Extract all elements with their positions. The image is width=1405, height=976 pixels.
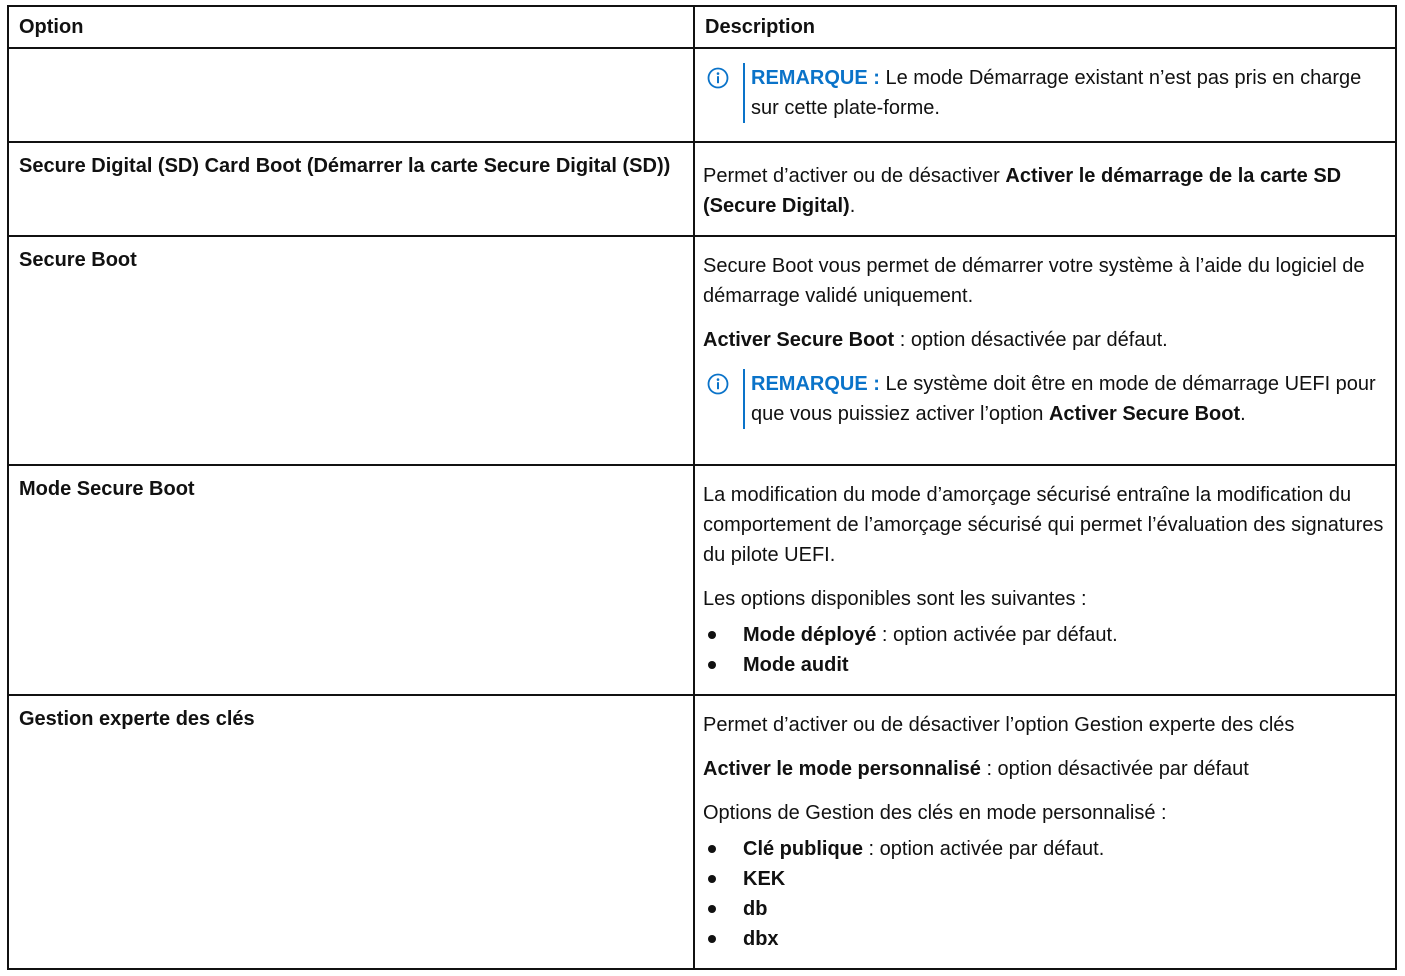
list-item: Clé publique : option activée par défaut… — [703, 834, 1385, 864]
note-body: REMARQUE : Le système doit être en mode … — [743, 369, 1385, 429]
description-text: La modification du mode d’amorçage sécur… — [703, 484, 1384, 566]
options-intro-text: Options de Gestion des clés en mode pers… — [703, 802, 1167, 824]
list-item: Mode déployé : option activée par défaut… — [703, 620, 1385, 650]
list-item: db — [703, 894, 1385, 924]
description-cell: Permet d’activer ou de désactiver Active… — [693, 141, 1397, 237]
description-text: Permet d’activer ou de désactiver l’opti… — [703, 714, 1295, 736]
info-circle-icon — [707, 373, 735, 395]
note-box: REMARQUE : Le système doit être en mode … — [703, 369, 1385, 429]
option-cell: Secure Digital (SD) Card Boot (Démarrer … — [7, 141, 695, 237]
header-description: Description — [693, 5, 1397, 49]
option-cell — [7, 47, 695, 143]
description-cell: Secure Boot vous permet de démarrer votr… — [693, 235, 1397, 466]
note-label: REMARQUE : — [751, 373, 880, 395]
default-setting-text: Activer Secure Boot : option désactivée … — [703, 329, 1168, 351]
table-row: Secure Digital (SD) Card Boot (Démarrer … — [7, 141, 1397, 237]
table-row: REMARQUE : Le mode Démarrage existant n’… — [7, 47, 1397, 143]
list-item: KEK — [703, 864, 1385, 894]
list-item: Mode audit — [703, 650, 1385, 680]
description-cell: REMARQUE : Le mode Démarrage existant n’… — [693, 47, 1397, 143]
table-row: Secure Boot Secure Boot vous permet de d… — [7, 235, 1397, 466]
note-body: REMARQUE : Le mode Démarrage existant n’… — [743, 63, 1385, 123]
options-list: Clé publique : option activée par défaut… — [703, 834, 1385, 954]
description-cell: Permet d’activer ou de désactiver l’opti… — [693, 694, 1397, 970]
note-label: REMARQUE : — [751, 67, 880, 89]
option-cell: Mode Secure Boot — [7, 464, 695, 696]
options-list: Mode déployé : option activée par défaut… — [703, 620, 1385, 680]
description-text: Permet d’activer ou de désactiver Active… — [703, 165, 1342, 217]
description-text: Secure Boot vous permet de démarrer votr… — [703, 255, 1365, 307]
options-intro-text: Les options disponibles sont les suivant… — [703, 588, 1087, 610]
default-setting-text: Activer le mode personnalisé : option dé… — [703, 758, 1249, 780]
note-box: REMARQUE : Le mode Démarrage existant n’… — [703, 63, 1385, 123]
table-header-row: Option Description — [7, 5, 1397, 49]
option-cell: Gestion experte des clés — [7, 694, 695, 970]
table-row: Mode Secure Boot La modification du mode… — [7, 464, 1397, 696]
info-circle-icon — [707, 67, 735, 89]
option-cell: Secure Boot — [7, 235, 695, 466]
bios-options-table: Option Description REMARQUE : Le mode Dé… — [7, 5, 1397, 970]
list-item: dbx — [703, 924, 1385, 954]
header-option: Option — [7, 5, 695, 49]
table-row: Gestion experte des clés Permet d’active… — [7, 694, 1397, 970]
description-cell: La modification du mode d’amorçage sécur… — [693, 464, 1397, 696]
